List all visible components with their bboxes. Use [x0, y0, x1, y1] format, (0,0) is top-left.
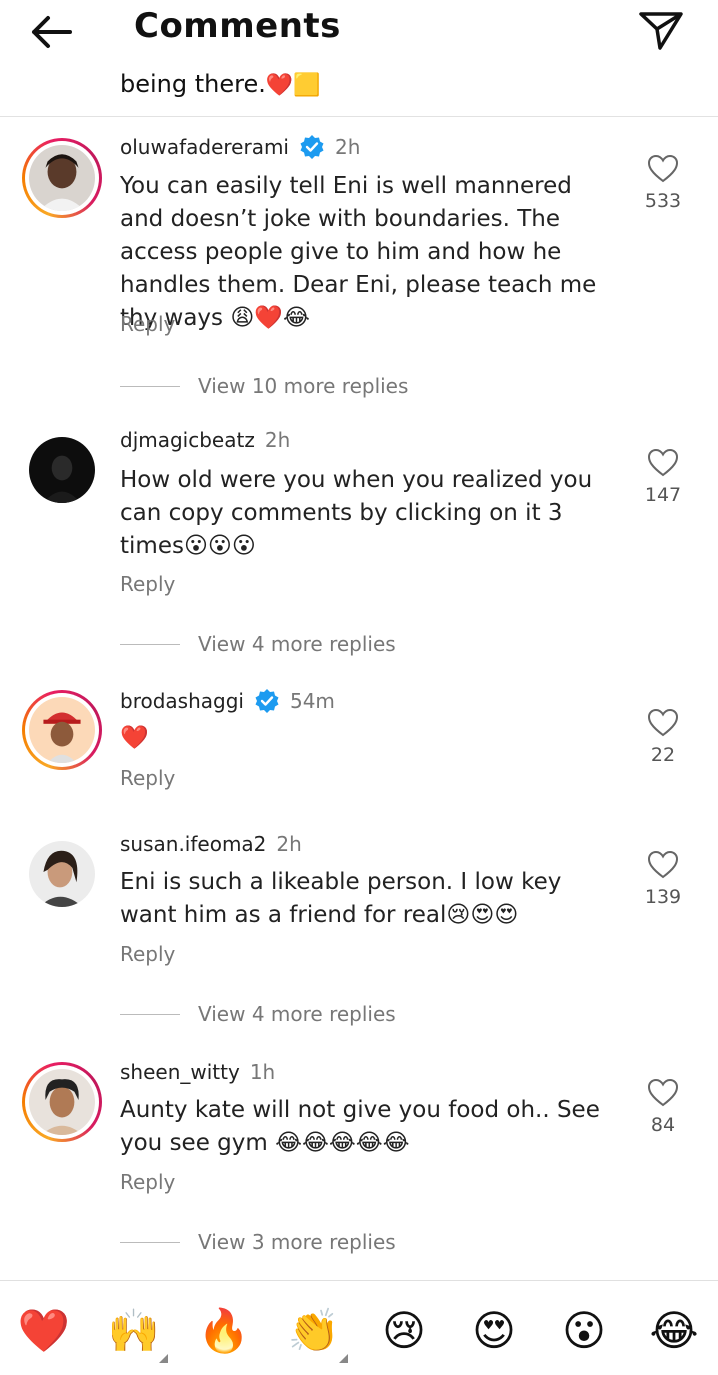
comment-text: Aunty kate will not give you food oh.. S… — [120, 1097, 600, 1156]
heart-outline-icon[interactable] — [647, 1078, 679, 1108]
skin-tone-indicator-icon — [339, 1354, 348, 1363]
reply-button[interactable]: Reply — [120, 766, 175, 790]
comment-text: ❤️ — [120, 725, 149, 751]
fragment-emojis: ❤️🟨 — [265, 73, 321, 98]
like-control: 147 — [640, 448, 686, 506]
emoji-quick-bar: ❤️ 🙌 🔥 👏 😢 😍 😮 😂 — [0, 1280, 718, 1375]
emoji-crying-face[interactable]: 😢 — [376, 1303, 432, 1359]
comment-header: sheen_witty 1h — [120, 1060, 275, 1084]
previous-comment-fragment: being there.❤️🟨 — [120, 70, 321, 98]
comment-text: Eni is such a likeable person. I low key… — [120, 869, 562, 928]
username[interactable]: susan.ifeoma2 — [120, 832, 266, 856]
view-more-replies[interactable]: View 3 more replies — [120, 1230, 396, 1254]
comment-item: sheen_witty 1h Aunty kate will not give … — [0, 1056, 718, 1266]
comment-text: You can easily tell Eni is well mannered… — [120, 173, 597, 331]
view-more-replies[interactable]: View 4 more replies — [120, 1002, 396, 1026]
comment-text: How old were you when you realized you c… — [120, 467, 593, 559]
like-control: 533 — [640, 154, 686, 212]
replies-line — [120, 1013, 180, 1015]
skin-tone-indicator-icon — [159, 1354, 168, 1363]
heart-outline-icon[interactable] — [647, 448, 679, 478]
heart-outline-icon[interactable] — [647, 154, 679, 184]
comment-item: susan.ifeoma2 2h Eni is such a likeable … — [0, 828, 718, 1038]
comment-time: 2h — [264, 428, 291, 452]
comment-header: brodashaggi 54m — [120, 688, 335, 714]
emoji-red-heart[interactable]: ❤️ — [16, 1303, 72, 1359]
emoji-glyph: 👏 — [287, 1306, 341, 1355]
username[interactable]: djmagicbeatz — [120, 428, 255, 452]
user-photo — [29, 1069, 95, 1135]
like-count: 22 — [650, 744, 676, 766]
comment-header: djmagicbeatz 2h — [120, 428, 290, 452]
comment-header: susan.ifeoma2 2h — [120, 832, 302, 856]
user-photo — [29, 841, 95, 907]
page-title: Comments — [134, 6, 341, 46]
replies-line — [120, 643, 180, 645]
emoji-open-mouth[interactable]: 😮 — [556, 1303, 612, 1359]
comment-header: oluwafadererami 2h — [120, 134, 360, 160]
reply-button[interactable]: Reply — [120, 1170, 175, 1194]
like-control: 139 — [640, 850, 686, 908]
view-more-label: View 3 more replies — [198, 1230, 396, 1254]
paper-plane-icon — [639, 12, 683, 50]
emoji-raising-hands[interactable]: 🙌 — [106, 1303, 168, 1363]
arrow-left-icon — [32, 16, 72, 48]
emoji-glyph: 🙌 — [107, 1306, 161, 1355]
like-count: 147 — [644, 484, 682, 506]
view-more-label: View 4 more replies — [198, 632, 396, 656]
reply-button[interactable]: Reply — [120, 312, 175, 336]
view-more-label: View 10 more replies — [198, 374, 409, 398]
comment-time: 54m — [289, 689, 335, 713]
emoji-heart-eyes[interactable]: 😍 — [466, 1303, 522, 1359]
comment-time: 2h — [276, 832, 302, 856]
user-photo — [29, 697, 95, 763]
like-count: 533 — [644, 190, 682, 212]
reply-button[interactable]: Reply — [120, 572, 175, 596]
view-more-replies[interactable]: View 4 more replies — [120, 632, 396, 656]
comment-item: brodashaggi 54m ❤️ Reply 22 — [0, 684, 718, 804]
like-count: 139 — [644, 886, 682, 908]
like-count: 84 — [650, 1114, 676, 1136]
like-control: 84 — [640, 1078, 686, 1136]
avatar[interactable] — [22, 834, 102, 914]
fragment-text: being there. — [120, 70, 266, 98]
view-more-replies[interactable]: View 10 more replies — [120, 374, 408, 398]
emoji-fire[interactable]: 🔥 — [196, 1303, 252, 1359]
username[interactable]: oluwafadererami — [120, 135, 289, 159]
comment-time: 1h — [249, 1060, 276, 1084]
avatar[interactable] — [22, 430, 102, 510]
avatar[interactable] — [22, 1062, 102, 1142]
verified-badge-icon — [300, 135, 324, 159]
comment-item: djmagicbeatz 2h How old were you when yo… — [0, 424, 718, 664]
header: Comments — [0, 0, 718, 62]
username[interactable]: brodashaggi — [120, 689, 244, 713]
like-control: 22 — [640, 708, 686, 766]
replies-line — [120, 385, 180, 387]
divider — [0, 116, 718, 117]
view-more-label: View 4 more replies — [198, 1002, 396, 1026]
avatar[interactable] — [22, 690, 102, 770]
user-photo — [29, 437, 95, 503]
comment-time: 2h — [334, 135, 361, 159]
user-photo — [29, 145, 95, 211]
reply-button[interactable]: Reply — [120, 942, 175, 966]
emoji-clapping-hands[interactable]: 👏 — [286, 1303, 348, 1363]
share-button[interactable] — [636, 8, 686, 52]
verified-badge-icon — [255, 689, 279, 713]
avatar[interactable] — [22, 138, 102, 218]
comment-item: oluwafadererami 2h You can easily tell E… — [0, 130, 718, 398]
emoji-tears-of-joy[interactable]: 😂 — [646, 1303, 702, 1359]
heart-outline-icon[interactable] — [647, 708, 679, 738]
heart-outline-icon[interactable] — [647, 850, 679, 880]
replies-line — [120, 1241, 180, 1243]
username[interactable]: sheen_witty — [120, 1060, 240, 1084]
back-button[interactable] — [26, 10, 76, 54]
